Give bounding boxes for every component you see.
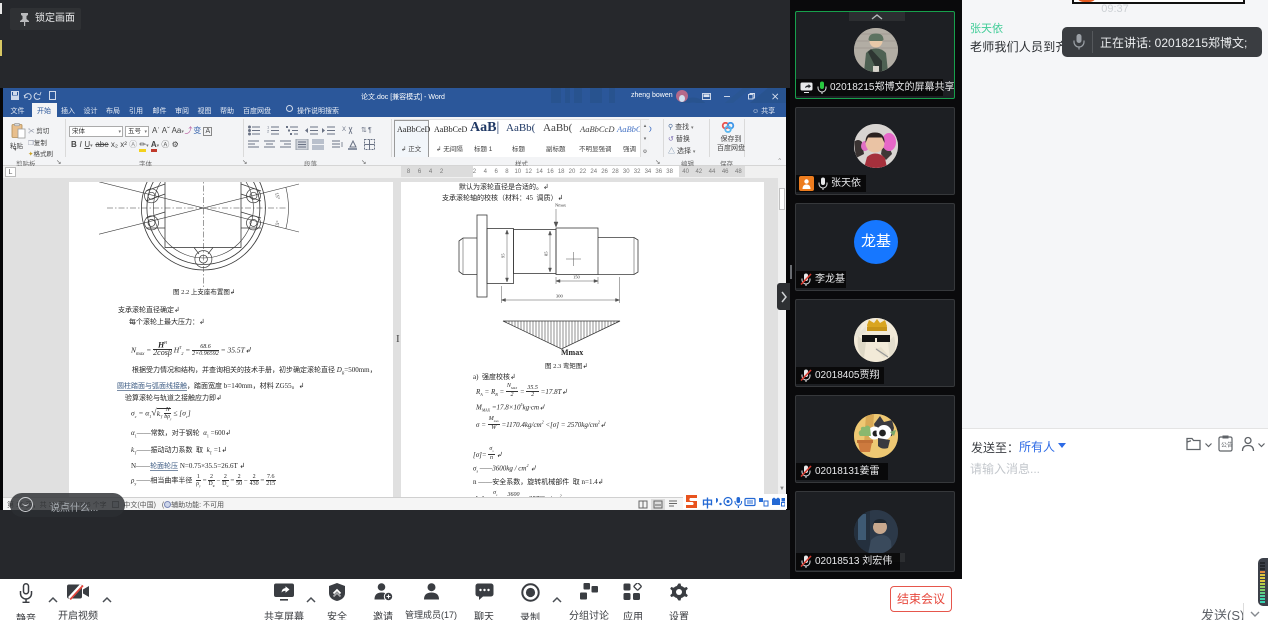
svg-text:¶: ¶ xyxy=(368,127,372,134)
svg-text:300: 300 xyxy=(556,294,564,299)
svg-text:2: 2 xyxy=(267,129,270,134)
svg-text:⇅: ⇅ xyxy=(361,127,367,134)
svg-text:95: 95 xyxy=(501,253,506,258)
svg-text:公告: 公告 xyxy=(1221,441,1233,449)
svg-text:15°: 15° xyxy=(273,192,280,200)
svg-text:Nmax: Nmax xyxy=(555,203,567,208)
svg-text:X: X xyxy=(342,127,346,133)
svg-text:150: 150 xyxy=(573,275,581,280)
svg-text:85: 85 xyxy=(544,251,549,256)
